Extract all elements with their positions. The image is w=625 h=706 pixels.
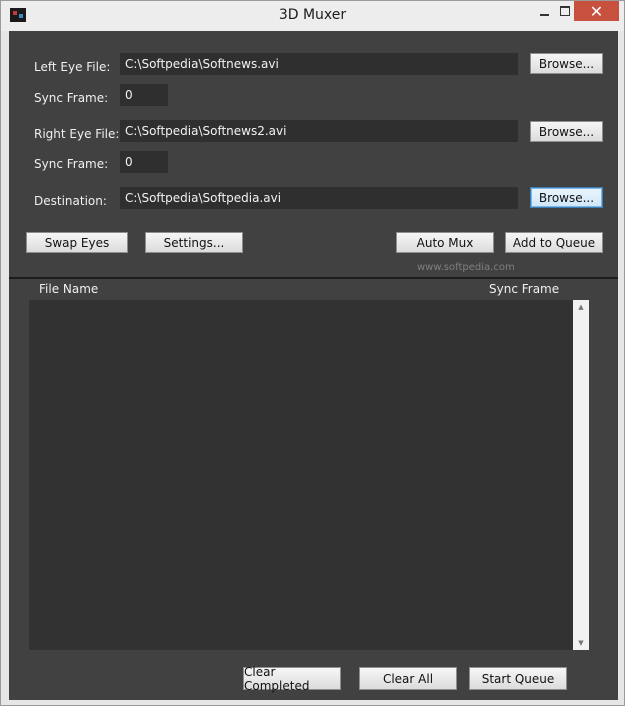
- minimize-icon: [539, 14, 549, 16]
- settings-button[interactable]: Settings...: [145, 232, 243, 253]
- right-sync-field[interactable]: 0: [120, 151, 168, 173]
- section-divider: [9, 277, 618, 279]
- right-eye-field[interactable]: C:\Softpedia\Softnews2.avi: [120, 120, 518, 142]
- right-eye-label: Right Eye File:: [34, 127, 120, 141]
- minimize-button[interactable]: [531, 1, 557, 21]
- left-eye-browse-button[interactable]: Browse...: [530, 53, 603, 74]
- clear-all-button[interactable]: Clear All: [359, 667, 457, 690]
- right-sync-label: Sync Frame:: [34, 157, 109, 171]
- close-button[interactable]: ✕: [574, 1, 619, 21]
- add-to-queue-button[interactable]: Add to Queue: [505, 232, 603, 253]
- left-sync-field[interactable]: 0: [120, 84, 168, 106]
- title-bar: 3D Muxer ✕: [1, 1, 624, 31]
- app-window: 3D Muxer ✕ Left Eye File: C:\Softpedia\S…: [0, 0, 625, 706]
- left-eye-field[interactable]: C:\Softpedia\Softnews.avi: [120, 53, 518, 75]
- swap-eyes-button[interactable]: Swap Eyes: [26, 232, 128, 253]
- queue-scrollbar[interactable]: ▲ ▼: [573, 300, 589, 650]
- column-header-sync-frame[interactable]: Sync Frame: [489, 282, 559, 296]
- watermark-text: www.softpedia.com: [417, 262, 515, 273]
- auto-mux-button[interactable]: Auto Mux: [396, 232, 494, 253]
- maximize-icon: [560, 6, 570, 16]
- destination-label: Destination:: [34, 194, 107, 208]
- destination-field[interactable]: C:\Softpedia\Softpedia.avi: [120, 187, 518, 209]
- column-header-file-name[interactable]: File Name: [39, 282, 98, 296]
- destination-browse-button[interactable]: Browse...: [530, 187, 603, 208]
- scroll-up-icon[interactable]: ▲: [573, 300, 589, 314]
- left-eye-label: Left Eye File:: [34, 60, 111, 74]
- start-queue-button[interactable]: Start Queue: [469, 667, 567, 690]
- left-sync-label: Sync Frame:: [34, 91, 109, 105]
- maximize-button[interactable]: [557, 1, 573, 21]
- right-eye-browse-button[interactable]: Browse...: [530, 121, 603, 142]
- scroll-down-icon[interactable]: ▼: [573, 636, 589, 650]
- queue-list[interactable]: [29, 300, 589, 650]
- main-panel: Left Eye File: C:\Softpedia\Softnews.avi…: [9, 31, 618, 700]
- clear-completed-button[interactable]: Clear Completed: [243, 665, 341, 693]
